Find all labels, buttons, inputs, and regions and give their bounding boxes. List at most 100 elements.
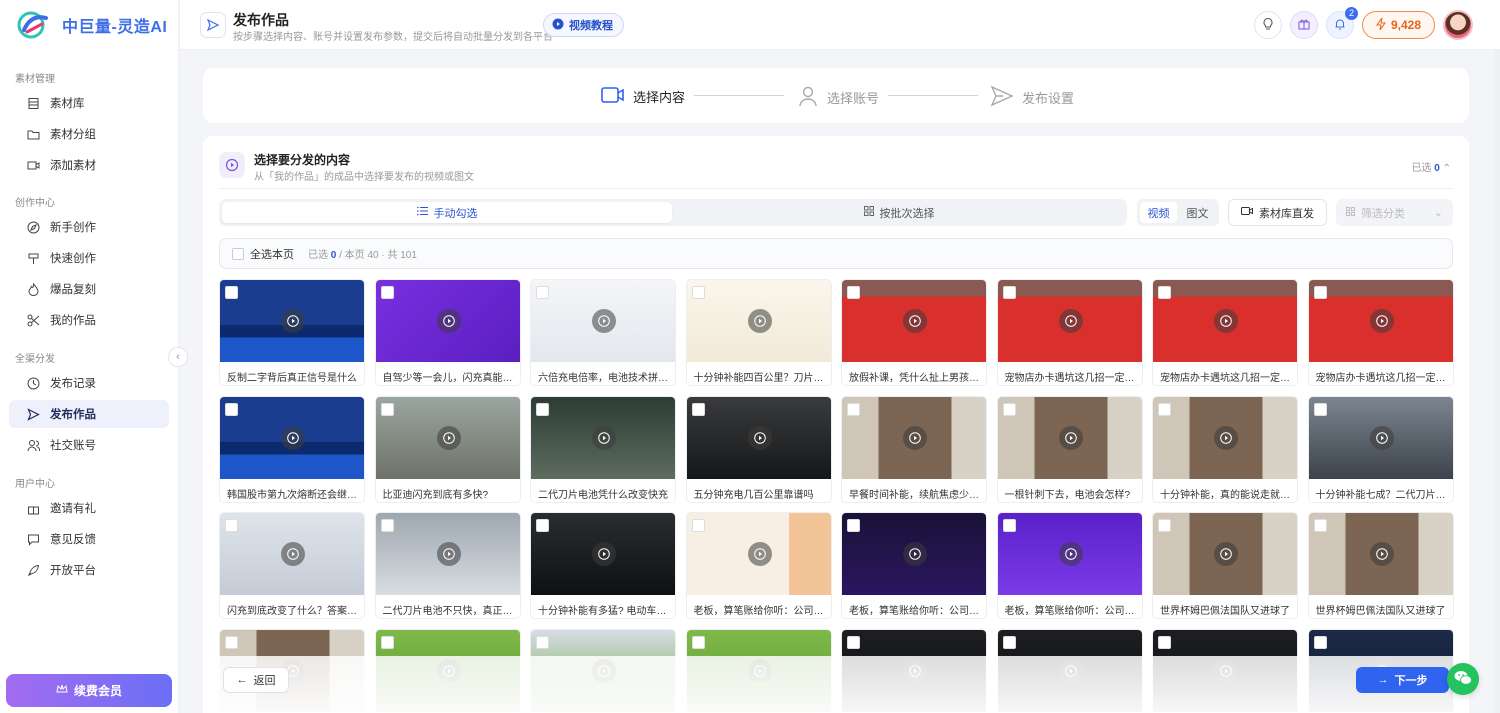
renew-vip-button[interactable]: 续费会员 bbox=[6, 674, 172, 707]
brand-logo[interactable]: 中巨量-灵造AI bbox=[16, 10, 167, 40]
sidebar-item-gift[interactable]: 邀请有礼 bbox=[9, 494, 169, 522]
content-tile[interactable]: 二代刀片电池凭什么改变快充 bbox=[530, 395, 676, 503]
play-icon[interactable] bbox=[1058, 309, 1083, 333]
step-select-account[interactable]: 选择账号 bbox=[797, 85, 879, 110]
type-image-text-option[interactable]: 图文 bbox=[1179, 202, 1216, 223]
tile-checkbox[interactable] bbox=[225, 402, 238, 416]
play-icon[interactable] bbox=[436, 309, 461, 333]
play-icon[interactable] bbox=[747, 309, 772, 333]
tile-checkbox[interactable] bbox=[847, 286, 860, 299]
content-tile[interactable]: 放假补课，凭什么扯上男孩子？ bbox=[841, 279, 987, 386]
play-icon[interactable] bbox=[436, 542, 461, 566]
tile-checkbox[interactable] bbox=[691, 519, 705, 532]
video-thumbnail[interactable] bbox=[997, 396, 1142, 479]
video-thumbnail[interactable] bbox=[686, 513, 831, 595]
tile-checkbox[interactable] bbox=[1002, 402, 1016, 416]
play-icon[interactable] bbox=[281, 542, 305, 566]
content-tile[interactable]: 宠物店办卡遇坑这几招一定要... bbox=[1307, 279, 1454, 386]
content-tile[interactable]: 早餐时间补能，续航焦虑少一半 bbox=[841, 395, 987, 503]
content-tile[interactable]: 十分钟补能七成？二代刀片电... bbox=[1307, 395, 1454, 503]
tile-checkbox[interactable] bbox=[225, 519, 238, 532]
content-tile[interactable]: 十分钟补能四百公里？刀片电... bbox=[685, 279, 832, 386]
video-thumbnail[interactable] bbox=[220, 280, 364, 362]
video-thumbnail[interactable] bbox=[842, 396, 986, 479]
sidebar-item-brush[interactable]: 快速创作 bbox=[9, 244, 169, 272]
tile-checkbox[interactable] bbox=[380, 286, 394, 299]
tile-checkbox[interactable] bbox=[1313, 402, 1327, 416]
content-tile[interactable]: 十分钟补能有多猛? 电动车充... bbox=[530, 512, 676, 619]
video-thumbnail[interactable] bbox=[1308, 513, 1453, 595]
video-thumbnail[interactable] bbox=[1153, 513, 1297, 595]
video-thumbnail[interactable] bbox=[220, 513, 364, 595]
content-tile[interactable]: 宠物店办卡遇坑这几招一定要... bbox=[1152, 279, 1298, 386]
sidebar-item-send[interactable]: 发布作品 bbox=[9, 400, 169, 428]
tab-batch-select[interactable]: 按批次选择 bbox=[674, 202, 1124, 223]
sidebar-item-flame[interactable]: 爆品复刻 bbox=[9, 275, 169, 303]
tile-checkbox[interactable] bbox=[691, 402, 705, 416]
selected-summary-toggle[interactable]: 已选 0 ⌃ bbox=[1411, 159, 1451, 174]
content-tile[interactable]: 二代刀片电池不只快，真正狠... bbox=[374, 512, 521, 619]
tile-checkbox[interactable] bbox=[1158, 286, 1171, 299]
tile-checkbox[interactable] bbox=[225, 286, 238, 299]
play-icon[interactable] bbox=[281, 309, 305, 333]
content-tile[interactable]: 老板，算笔账给你听：公司养... bbox=[685, 512, 832, 619]
category-filter-select[interactable]: 筛选分类 ⌄ bbox=[1336, 199, 1453, 226]
points-balance-button[interactable]: 9,428 bbox=[1362, 11, 1435, 39]
tile-checkbox[interactable] bbox=[536, 402, 549, 416]
play-icon[interactable] bbox=[1214, 425, 1238, 450]
tips-button[interactable] bbox=[1254, 11, 1282, 39]
tile-checkbox[interactable] bbox=[691, 635, 705, 649]
library-direct-publish-button[interactable]: 素材库直发 bbox=[1228, 199, 1327, 226]
user-avatar[interactable] bbox=[1443, 10, 1473, 40]
sidebar-item-scissors[interactable]: 我的作品 bbox=[9, 306, 169, 334]
video-thumbnail[interactable] bbox=[531, 280, 675, 362]
content-tile[interactable]: 韩国股市第九次熔断还会继续... bbox=[219, 395, 365, 503]
tile-checkbox[interactable] bbox=[225, 635, 238, 649]
tile-checkbox[interactable] bbox=[1313, 519, 1327, 532]
video-thumbnail[interactable] bbox=[842, 513, 986, 595]
play-icon[interactable] bbox=[903, 542, 927, 566]
video-thumbnail[interactable] bbox=[375, 396, 520, 479]
tile-checkbox[interactable] bbox=[847, 635, 860, 649]
tile-checkbox[interactable] bbox=[691, 286, 705, 299]
collapse-sidebar-button[interactable]: ‹ bbox=[168, 347, 188, 367]
content-tile[interactable]: 宠物店办卡遇坑这几招一定要... bbox=[996, 279, 1143, 386]
tile-checkbox[interactable] bbox=[1313, 286, 1327, 299]
back-button[interactable]: ← 返回 bbox=[223, 667, 289, 693]
play-icon[interactable] bbox=[1058, 542, 1083, 566]
video-thumbnail[interactable] bbox=[1308, 280, 1453, 362]
video-thumbnail[interactable] bbox=[997, 513, 1142, 595]
video-thumbnail[interactable] bbox=[531, 513, 675, 595]
tile-checkbox[interactable] bbox=[380, 402, 394, 416]
video-thumbnail[interactable] bbox=[220, 396, 364, 479]
tile-checkbox[interactable] bbox=[536, 635, 549, 649]
notifications-button[interactable]: 2 bbox=[1326, 7, 1358, 39]
tile-checkbox[interactable] bbox=[1158, 402, 1171, 416]
video-thumbnail[interactable] bbox=[375, 280, 520, 362]
play-icon[interactable] bbox=[592, 425, 616, 450]
tile-checkbox[interactable] bbox=[1002, 519, 1016, 532]
tile-checkbox[interactable] bbox=[847, 402, 860, 416]
gift-button[interactable] bbox=[1290, 11, 1318, 39]
tile-checkbox[interactable] bbox=[1158, 635, 1171, 649]
video-thumbnail[interactable] bbox=[375, 513, 520, 595]
play-icon[interactable] bbox=[747, 425, 772, 450]
play-icon[interactable] bbox=[747, 542, 772, 566]
sidebar-item-folder[interactable]: 素材分组 bbox=[9, 120, 169, 148]
sidebar-item-users[interactable]: 社交账号 bbox=[9, 431, 169, 459]
content-tile[interactable]: 一根针刺下去，电池会怎样? bbox=[996, 395, 1143, 503]
video-thumbnail[interactable] bbox=[1153, 396, 1297, 479]
tile-checkbox[interactable] bbox=[380, 519, 394, 532]
type-video-option[interactable]: 视频 bbox=[1140, 202, 1177, 223]
sidebar-item-library[interactable]: 素材库 bbox=[9, 89, 169, 117]
video-thumbnail[interactable] bbox=[1308, 396, 1453, 479]
video-thumbnail[interactable] bbox=[997, 280, 1142, 362]
video-thumbnail[interactable] bbox=[686, 280, 831, 362]
play-icon[interactable] bbox=[281, 425, 305, 450]
content-tile[interactable]: 世界杯姆巴佩法国队又进球了 bbox=[1152, 512, 1298, 619]
step-select-content[interactable]: 选择内容 bbox=[601, 85, 685, 108]
page-scrollbar[interactable] bbox=[1494, 50, 1500, 713]
content-tile[interactable]: 老板，算笔账给你听：公司养... bbox=[996, 512, 1143, 619]
tile-checkbox[interactable] bbox=[847, 519, 860, 532]
play-icon[interactable] bbox=[1369, 309, 1394, 333]
